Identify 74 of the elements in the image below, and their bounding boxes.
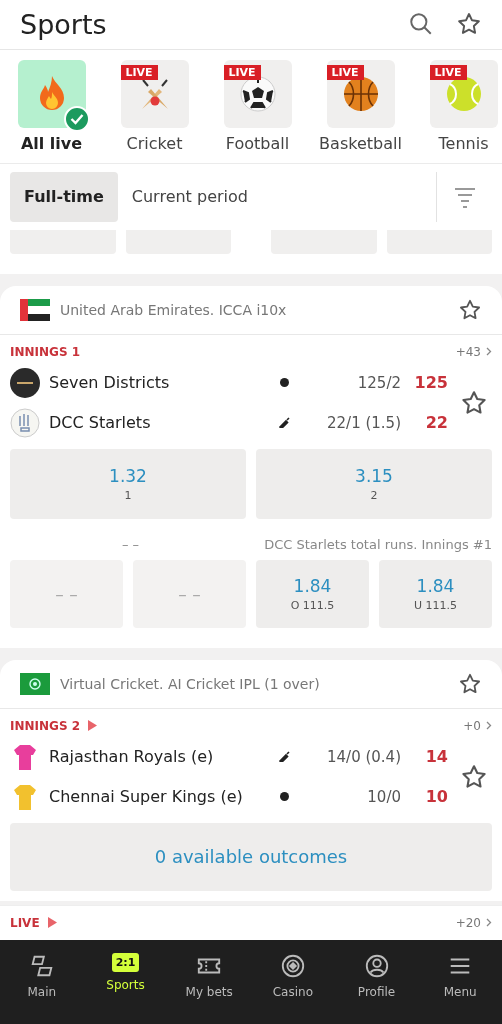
odds-label: O 111.5	[290, 598, 335, 612]
odds-value: 1.84	[293, 575, 332, 596]
nav-item[interactable]: Profile	[334, 951, 419, 1000]
sport-tab[interactable]: LIVE Cricket	[103, 59, 206, 153]
team-logo	[10, 367, 40, 398]
flag-icon	[20, 298, 50, 321]
filter-icon	[452, 185, 477, 208]
star-icon[interactable]	[458, 671, 482, 696]
more-markets-link[interactable]: +20	[455, 915, 492, 930]
odds-label: 2	[370, 488, 378, 502]
outcomes-message: 0 available outcomes	[10, 822, 492, 891]
more-markets-link[interactable]: +0	[463, 718, 492, 733]
more-markets-link[interactable]: +43	[455, 344, 492, 359]
star-icon[interactable]	[458, 297, 482, 322]
live-badge: LIVE	[326, 64, 364, 80]
league-name: United Arab Emirates. ICCA i10x	[60, 301, 288, 318]
sport-tab[interactable]: LIVE Football	[206, 59, 309, 153]
chevron-icon	[486, 917, 492, 927]
team-runs: 22	[424, 413, 448, 433]
odds-value: – –	[55, 583, 78, 604]
market-title: – –	[120, 536, 141, 552]
page-title: Sports	[20, 8, 108, 40]
odds-value: – –	[178, 583, 201, 604]
league-name: Virtual Cricket. AI Cricket IPL (1 over)	[60, 675, 321, 692]
market-title: DCC Starlets total runs. Innings #1	[263, 536, 492, 552]
live-badge: LIVE	[429, 64, 467, 80]
bat-icon	[278, 417, 290, 429]
period-tab[interactable]: Current period	[117, 171, 262, 222]
team-name: Rajasthan Royals (e)	[49, 747, 215, 767]
odds-label: 1	[124, 488, 132, 502]
team-score: 125/2	[356, 373, 401, 392]
ball-icon	[279, 792, 289, 802]
team-runs: 125	[413, 373, 448, 393]
sport-tab[interactable]: LIVE Basketball	[309, 59, 412, 153]
odds-value: 1.32	[109, 465, 147, 486]
nav-item[interactable]: 2:1 Sports	[83, 951, 168, 1000]
period-tab[interactable]: Full-time	[10, 171, 118, 222]
stage-label: INNINGS 2	[10, 718, 81, 733]
odds-button[interactable]: 1.32 1	[10, 448, 246, 519]
favorite-icon[interactable]	[460, 388, 488, 417]
odds-button[interactable]: 1.84 O 111.5	[256, 559, 369, 628]
favorite-icon[interactable]	[460, 762, 488, 791]
check-icon	[63, 105, 90, 132]
nav-item[interactable]: Menu	[418, 951, 502, 1000]
team-score: 14/0 (0.4)	[326, 747, 401, 766]
odds-button[interactable]: 1.84 U 111.5	[379, 559, 492, 628]
sport-tab[interactable]: All live	[0, 59, 103, 153]
team-runs: 14	[424, 747, 448, 767]
odds-label: U 111.5	[413, 598, 457, 612]
team-logo	[10, 407, 40, 438]
flag-icon	[20, 672, 50, 695]
live-badge: LIVE	[120, 64, 158, 80]
odds-value: 1.84	[416, 575, 455, 596]
chevron-icon	[486, 720, 492, 730]
team-score: 10/0	[366, 787, 401, 806]
stage-label: INNINGS 1	[10, 344, 81, 359]
chevron-icon	[486, 346, 492, 356]
odds-value: 3.15	[355, 465, 393, 486]
play-icon	[88, 720, 98, 732]
nav-item[interactable]: Main	[0, 951, 84, 1000]
nav-item[interactable]: Casino	[251, 951, 335, 1000]
score-icon: 2:1	[111, 952, 140, 972]
odds-button[interactable]: 3.15 2	[256, 448, 492, 519]
live-badge: LIVE	[223, 64, 261, 80]
ball-icon	[279, 378, 289, 388]
bat-icon	[278, 751, 290, 763]
stage-label: LIVE	[10, 915, 40, 930]
team-runs: 10	[424, 787, 448, 807]
team-name: Chennai Super Kings (e)	[49, 787, 244, 807]
team-score: 22/1 (1.5)	[326, 413, 401, 432]
team-name: Seven Districts	[49, 373, 171, 393]
nav-item[interactable]: My bets	[167, 951, 251, 1000]
team-name: DCC Starlets	[49, 413, 152, 433]
play-icon	[47, 917, 57, 929]
